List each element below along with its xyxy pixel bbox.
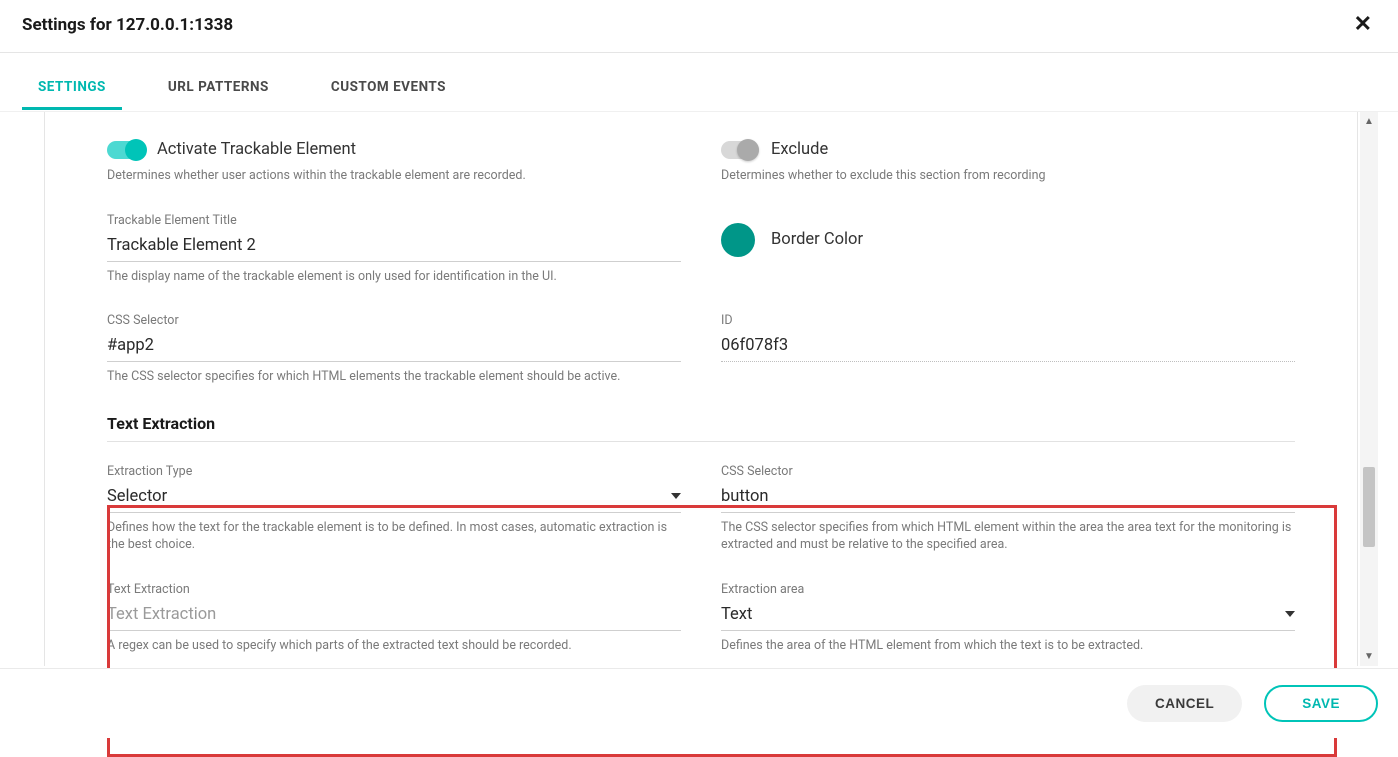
extraction-type-select[interactable]: Selector <box>107 483 681 513</box>
tab-bar: SETTINGS URL PATTERNS CUSTOM EVENTS <box>0 71 1398 111</box>
text-extraction-helper: A regex can be used to specify which par… <box>107 637 681 655</box>
element-title-label: Trackable Element Title <box>107 213 681 228</box>
extraction-area-label: Extraction area <box>721 582 1295 597</box>
chevron-down-icon <box>1285 611 1295 617</box>
activate-helper: Determines whether user actions within t… <box>107 167 681 185</box>
css-selector-extract-helper: The CSS selector specifies from which HT… <box>721 519 1295 554</box>
exclude-helper: Determines whether to exclude this secti… <box>721 167 1295 185</box>
extraction-type-value: Selector <box>107 487 167 506</box>
extraction-type-helper: Defines how the text for the trackable e… <box>107 519 681 554</box>
scroll-down-arrow-icon[interactable]: ▼ <box>1364 647 1374 666</box>
activate-label: Activate Trackable Element <box>157 140 356 159</box>
content-outer: Activate Trackable Element Determines wh… <box>0 111 1398 666</box>
exclude-label: Exclude <box>771 140 828 159</box>
css-selector-extract-label: CSS Selector <box>721 464 1295 479</box>
border-color-swatch[interactable] <box>721 223 755 257</box>
text-extraction-input[interactable]: Text Extraction <box>107 601 681 631</box>
cancel-button[interactable]: CANCEL <box>1127 685 1242 722</box>
section-text-extraction: Text Extraction <box>107 414 1295 442</box>
css-selector-input[interactable]: #app2 <box>107 332 681 362</box>
css-selector-label: CSS Selector <box>107 313 681 328</box>
scroll-thumb[interactable] <box>1363 467 1375 547</box>
scroll-up-arrow-icon[interactable]: ▲ <box>1364 112 1374 131</box>
tab-url-patterns[interactable]: URL PATTERNS <box>152 71 285 110</box>
extraction-area-select[interactable]: Text <box>721 601 1295 631</box>
css-selector-helper: The CSS selector specifies for which HTM… <box>107 368 681 386</box>
save-button[interactable]: SAVE <box>1264 685 1378 722</box>
tab-custom-events[interactable]: CUSTOM EVENTS <box>315 71 462 110</box>
id-label: ID <box>721 313 1295 328</box>
chevron-down-icon <box>671 493 681 499</box>
extraction-area-helper: Defines the area of the HTML element fro… <box>721 637 1295 655</box>
tab-settings[interactable]: SETTINGS <box>22 71 122 110</box>
extraction-type-label: Extraction Type <box>107 464 681 479</box>
dialog-header: Settings for 127.0.0.1:1338 ✕ <box>0 0 1398 53</box>
close-icon[interactable]: ✕ <box>1350 10 1376 40</box>
dialog-footer: CANCEL SAVE <box>0 668 1398 738</box>
activate-toggle[interactable] <box>107 141 145 159</box>
vertical-scrollbar[interactable]: ▲ ▼ <box>1360 112 1378 666</box>
extraction-area-value: Text <box>721 605 752 624</box>
element-title-helper: The display name of the trackable elemen… <box>107 268 681 286</box>
css-selector-extract-input[interactable]: button <box>721 483 1295 513</box>
id-value: 06f078f3 <box>721 332 1295 362</box>
element-title-input[interactable]: Trackable Element 2 <box>107 232 681 262</box>
content-scroll: Activate Trackable Element Determines wh… <box>44 112 1358 666</box>
exclude-toggle[interactable] <box>721 141 759 159</box>
text-extraction-label: Text Extraction <box>107 582 681 597</box>
border-color-label: Border Color <box>771 230 863 249</box>
dialog-title: Settings for 127.0.0.1:1338 <box>22 15 233 35</box>
